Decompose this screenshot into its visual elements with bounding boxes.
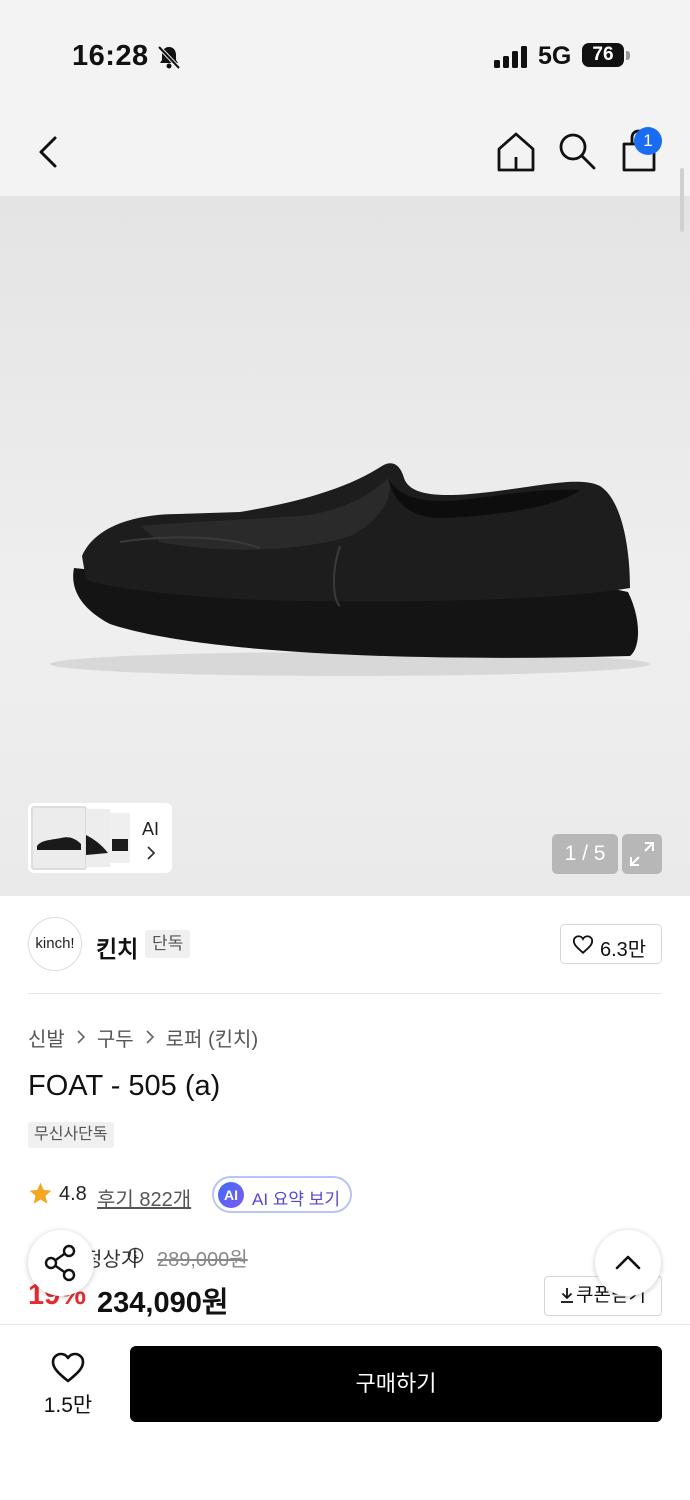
ai-badge-icon: AI: [218, 1182, 244, 1208]
ai-summary-label: AI 요약 보기: [252, 1190, 341, 1209]
brand-name[interactable]: 킨치: [96, 930, 138, 964]
chevron-up-icon: [615, 1255, 641, 1270]
thumbnail-1[interactable]: [31, 806, 87, 870]
brand-logo[interactable]: kinch!: [28, 917, 82, 971]
chevron-right-icon: [146, 1030, 154, 1044]
breadcrumb-item[interactable]: 로퍼 (킨치): [166, 1023, 258, 1052]
signal-icon: [494, 46, 527, 68]
battery-indicator: 76: [582, 43, 624, 67]
status-time: 16:28: [72, 40, 149, 72]
brand-like-count: 6.3만: [600, 939, 647, 961]
scroll-indicator: [680, 168, 684, 232]
wishlist-count: 1.5만: [43, 1394, 93, 1417]
chevron-right-icon: [147, 846, 156, 860]
review-count-link[interactable]: 후기 822개: [97, 1183, 191, 1212]
brand-like-button[interactable]: 6.3만: [560, 924, 662, 964]
product-title: FOAT - 505 (a): [28, 1070, 221, 1102]
buy-button[interactable]: 구매하기: [130, 1346, 662, 1422]
cart-count-badge: 1: [634, 127, 662, 155]
battery-tip: [626, 51, 630, 60]
image-page-indicator: 1 / 5: [552, 834, 618, 874]
original-price: 289,000원: [157, 1249, 248, 1271]
shoe-thumbnail-icon: [112, 839, 128, 851]
star-icon: [29, 1182, 52, 1204]
chevron-right-icon: [77, 1030, 85, 1044]
divider: [28, 993, 662, 994]
product-image[interactable]: [0, 196, 690, 896]
share-button[interactable]: [28, 1230, 94, 1296]
heart-icon: [51, 1352, 85, 1383]
thumbnail-strip[interactable]: AI: [28, 803, 172, 873]
scroll-to-top-button[interactable]: [595, 1230, 661, 1296]
bottom-action-bar: 1.5만 구매하기: [0, 1324, 690, 1500]
rating-value: 4.8: [59, 1183, 87, 1205]
network-label: 5G: [538, 42, 572, 70]
expand-button[interactable]: [622, 834, 662, 874]
wishlist-button[interactable]: 1.5만: [30, 1351, 106, 1423]
breadcrumb-item[interactable]: 구두: [97, 1023, 134, 1052]
home-icon[interactable]: [494, 130, 538, 174]
sale-price: 234,090원: [97, 1287, 229, 1319]
search-icon[interactable]: [556, 130, 598, 172]
ai-thumbnail-label[interactable]: AI: [142, 819, 159, 840]
nav-bar: [0, 110, 690, 196]
bell-slash-icon: [157, 45, 181, 70]
ai-summary-button[interactable]: AI AI 요약 보기: [212, 1176, 352, 1213]
status-bar: 16:28 5G 76: [0, 0, 690, 110]
brand-exclusive-tag: 단독: [145, 930, 191, 958]
share-icon: [44, 1244, 76, 1282]
heart-icon: [572, 935, 594, 954]
info-icon[interactable]: [127, 1247, 144, 1264]
exclusive-tag: 무신사단독: [28, 1122, 114, 1148]
breadcrumb-item[interactable]: 신발: [28, 1023, 65, 1052]
expand-icon: [630, 842, 654, 866]
breadcrumb: 신발 구두 로퍼 (킨치): [28, 1023, 258, 1052]
back-icon[interactable]: [30, 132, 70, 172]
shoe-thumbnail-icon: [86, 835, 108, 855]
download-icon: [561, 1288, 574, 1303]
shoe-thumbnail-icon: [37, 837, 81, 850]
thumbnail-3[interactable]: [110, 813, 130, 863]
shoe-image: [50, 463, 650, 676]
thumbnail-2[interactable]: [86, 809, 110, 867]
